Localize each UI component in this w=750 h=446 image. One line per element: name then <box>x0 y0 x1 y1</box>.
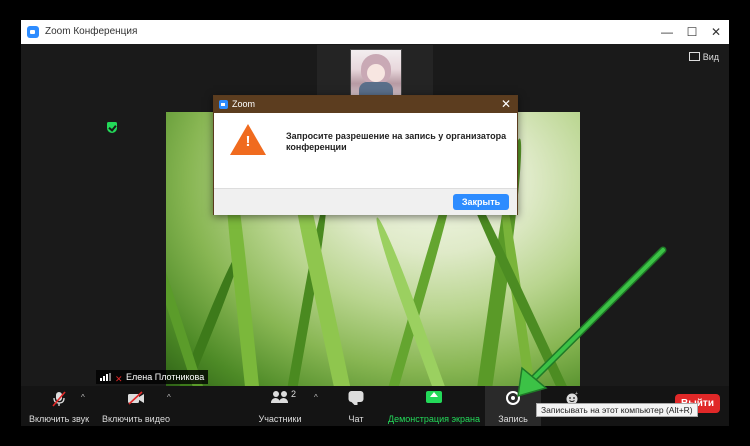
dialog-titlebar: Zoom ✕ <box>214 96 517 113</box>
zoom-window: Zoom Конференция — ☐ ✕ Вид ✕ Елена Плотн… <box>21 20 729 426</box>
grid-view-icon <box>688 52 700 61</box>
dialog-footer: Закрыть <box>214 188 517 215</box>
participants-button[interactable]: 2 Участники <box>249 386 311 426</box>
participants-label: Участники <box>258 414 302 424</box>
avatar-face <box>367 64 385 82</box>
muted-mic-icon: ✕ <box>115 374 123 384</box>
view-button-label: Вид <box>702 52 719 62</box>
dialog-message: Запросите разрешение на запись у организ… <box>286 131 507 152</box>
chat-label: Чат <box>348 414 364 424</box>
video-off-icon <box>128 391 144 405</box>
minimize-button[interactable]: — <box>657 23 677 41</box>
participant-name-tag: ✕ Елена Плотникова <box>96 370 208 384</box>
signal-strength-icon <box>100 373 111 381</box>
chat-button[interactable]: Чат <box>336 386 376 426</box>
record-label: Запись <box>498 414 528 424</box>
svg-text:+: + <box>575 391 578 397</box>
window-titlebar: Zoom Конференция — ☐ ✕ <box>21 20 729 45</box>
window-close-button[interactable]: ✕ <box>706 23 726 41</box>
unmute-button[interactable]: Включить звук <box>25 386 93 426</box>
unmute-label: Включить звук <box>28 414 90 424</box>
record-tooltip: Записывать на этот компьютер (Alt+R) <box>536 403 698 417</box>
share-screen-icon <box>426 391 442 403</box>
audio-options-caret[interactable]: ^ <box>81 393 85 402</box>
maximize-button[interactable]: ☐ <box>682 23 702 41</box>
window-title: Zoom Конференция <box>45 26 138 37</box>
video-options-caret[interactable]: ^ <box>167 393 171 402</box>
warning-mark: ! <box>245 133 251 150</box>
participants-count: 2 <box>291 389 297 399</box>
view-button[interactable]: Вид <box>688 52 719 62</box>
zoom-logo-icon <box>27 26 39 38</box>
participant-name: Елена Плотникова <box>126 372 205 382</box>
participants-options-caret[interactable]: ^ <box>314 393 318 402</box>
dialog-close-button[interactable]: Закрыть <box>453 194 509 210</box>
dialog-close-icon[interactable]: ✕ <box>501 97 511 111</box>
share-screen-label: Демонстрация экрана <box>388 414 480 424</box>
participants-icon <box>271 391 289 403</box>
chat-icon <box>348 391 364 405</box>
permission-dialog: Zoom ✕ ! Запросите разрешение на запись … <box>213 95 518 215</box>
start-video-button[interactable]: Включить видео <box>99 386 173 426</box>
record-button[interactable]: Запись <box>485 386 541 426</box>
start-video-label: Включить видео <box>102 414 170 424</box>
record-icon <box>506 391 520 405</box>
dialog-title: Zoom <box>232 99 256 109</box>
participant-avatar[interactable] <box>350 49 402 99</box>
zoom-logo-icon <box>219 100 228 109</box>
share-screen-button[interactable]: Демонстрация экрана <box>386 386 482 426</box>
muted-microphone-icon <box>52 391 66 407</box>
security-shield-icon[interactable] <box>107 122 117 133</box>
